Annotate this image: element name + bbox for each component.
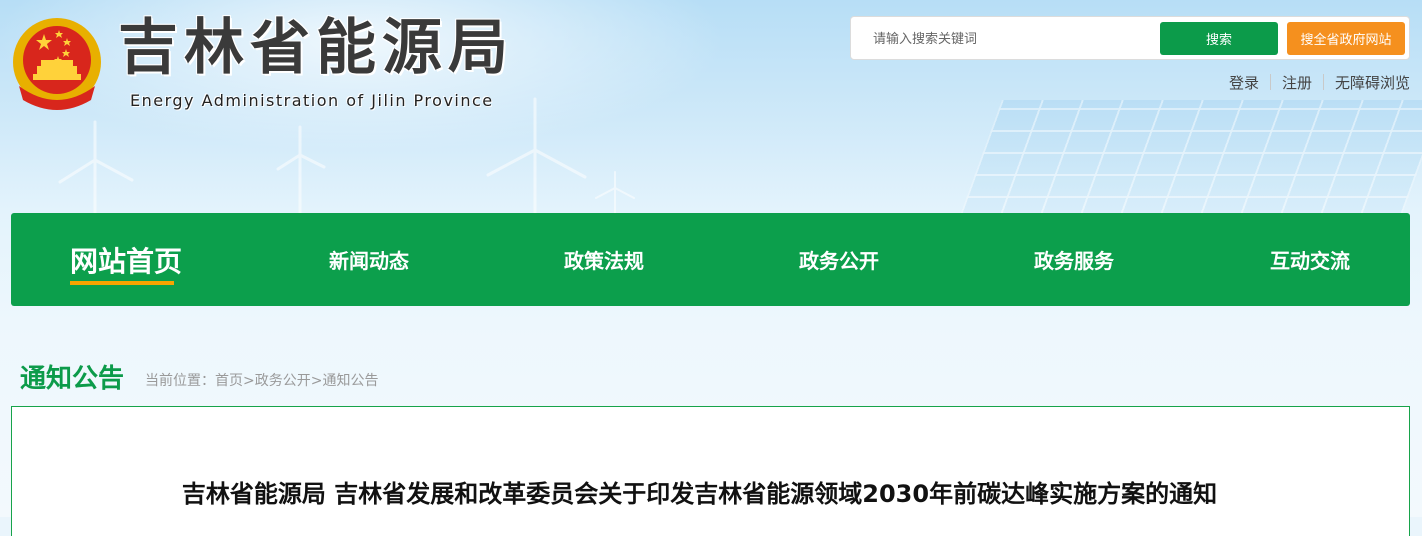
accessibility-link[interactable]: 无障碍浏览	[1335, 72, 1410, 93]
national-emblem-icon	[13, 18, 101, 110]
breadcrumb: 当前位置：首页>政务公开>通知公告	[145, 373, 379, 389]
nav-item-news[interactable]: 新闻动态	[329, 213, 409, 306]
nav-item-home[interactable]: 网站首页	[70, 213, 182, 306]
top-links: 登录 注册 无障碍浏览	[1229, 72, 1410, 92]
divider	[1322, 74, 1324, 90]
solar-panels-decoration	[958, 100, 1422, 220]
article-title: 吉林省能源局 吉林省发展和改革委员会关于印发吉林省能源领域2030年前碳达峰实施…	[181, 480, 1218, 508]
section-title: 通知公告	[20, 364, 125, 394]
nav-active-underline	[70, 281, 174, 285]
wind-turbine-icon	[595, 171, 635, 215]
nav-item-policy[interactable]: 政策法规	[564, 213, 644, 306]
site-title: 吉林省能源局	[118, 13, 514, 83]
divider	[1269, 74, 1271, 90]
site-title-english: Energy Administration of Jilin Province	[130, 91, 494, 110]
register-link[interactable]: 注册	[1282, 72, 1312, 93]
wind-turbine-icon	[276, 125, 326, 215]
search-button[interactable]: 搜索	[1160, 22, 1278, 55]
main-nav: 网站首页 新闻动态 政策法规 政务公开 政务服务 互动交流	[11, 213, 1410, 306]
nav-item-disclosure[interactable]: 政务公开	[799, 213, 879, 306]
nav-item-interaction[interactable]: 互动交流	[1270, 213, 1350, 306]
search-province-button[interactable]: 搜全省政府网站	[1287, 22, 1405, 55]
login-link[interactable]: 登录	[1229, 72, 1259, 93]
wind-turbine-icon	[58, 120, 134, 220]
nav-item-services[interactable]: 政务服务	[1034, 213, 1114, 306]
wind-turbine-icon	[486, 97, 587, 215]
search-input[interactable]	[871, 25, 1155, 53]
